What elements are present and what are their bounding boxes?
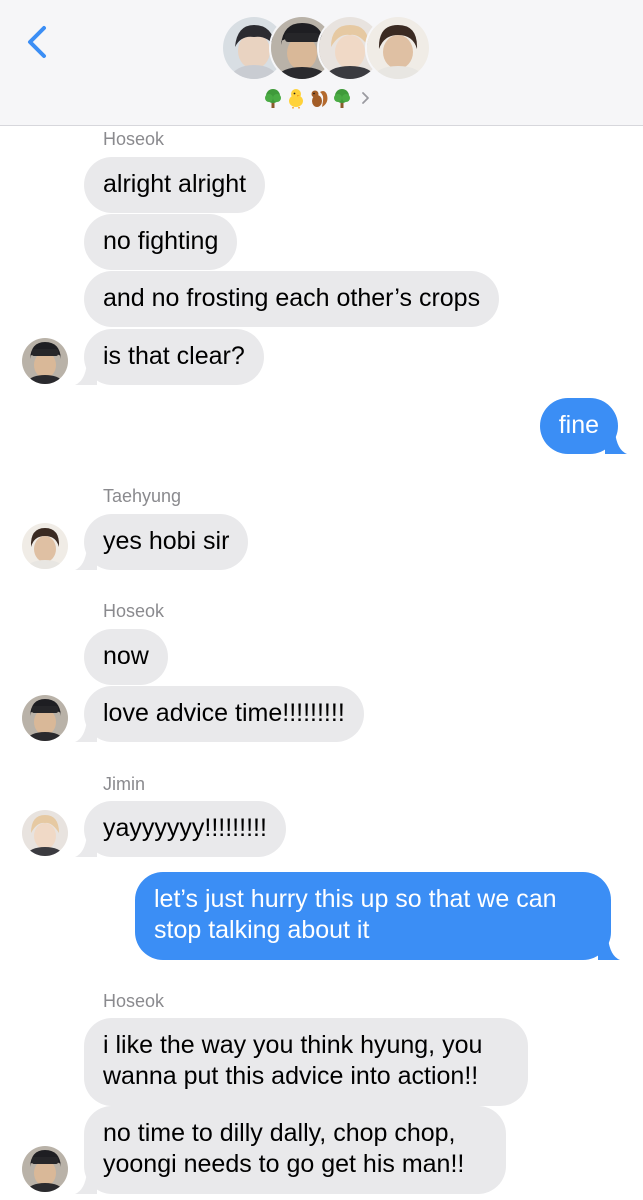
message-text: i like the way you think hyung, you wann… (103, 1031, 483, 1090)
sender-label: Hoseok (103, 601, 165, 621)
back-button[interactable] (20, 22, 54, 62)
message-text: let’s just hurry this up so that we can … (154, 885, 557, 944)
message-text: love advice time!!!!!!!!! (103, 699, 345, 727)
sender-label: Hoseok (103, 129, 165, 149)
conversation-header (0, 0, 643, 126)
sender-avatar[interactable] (22, 338, 68, 384)
group-avatar (365, 15, 431, 81)
message-bubble-outgoing[interactable]: let’s just hurry this up so that we can … (135, 872, 620, 960)
message-bubble[interactable]: i like the way you think hyung, you wann… (84, 1018, 528, 1106)
tree-icon (334, 89, 350, 108)
group-name-emoji[interactable] (262, 84, 373, 112)
message-bubble[interactable]: yes hobi sir (75, 514, 249, 570)
message-text: and no frosting each other’s crops (103, 284, 481, 312)
message-bubble[interactable]: love advice time!!!!!!!!! (75, 686, 364, 742)
sender-label: Jimin (103, 774, 146, 794)
message-text: alright alright (103, 170, 247, 198)
message-bubble[interactable]: now (84, 629, 168, 685)
message-bubble-outgoing[interactable]: fine (539, 398, 627, 454)
chick-icon (289, 89, 303, 109)
chevron-left-icon (28, 26, 46, 58)
message-bubble[interactable]: alright alright (84, 157, 266, 213)
message-bubble[interactable]: no fighting (84, 214, 238, 270)
sender-label: Taehyung (103, 486, 182, 506)
message-text: no fighting (103, 227, 219, 255)
sender-avatar[interactable] (22, 810, 68, 856)
message-text: yes hobi sir (103, 527, 230, 555)
message-text: now (103, 642, 149, 670)
sender-avatar[interactable] (22, 695, 68, 741)
tree-icon (265, 89, 281, 108)
chevron-right-icon (362, 92, 369, 104)
message-text: is that clear? (103, 342, 245, 370)
message-text: no time to dilly dally, chop chop, yoong… (103, 1119, 465, 1178)
squirrel-icon (311, 90, 328, 107)
message-bubble[interactable]: yayyyyyy!!!!!!!!! (75, 801, 286, 857)
message-bubble[interactable]: and no frosting each other’s crops (84, 271, 500, 327)
sender-label: Hoseok (103, 991, 165, 1011)
message-text: fine (558, 411, 599, 439)
message-bubble[interactable]: is that clear? (75, 329, 264, 385)
message-bubble[interactable]: no time to dilly dally, chop chop, yoong… (75, 1106, 506, 1194)
sender-avatar[interactable] (22, 1146, 68, 1192)
group-avatars[interactable] (221, 15, 431, 81)
sender-avatar[interactable] (22, 523, 68, 569)
message-text: yayyyyyy!!!!!!!!! (103, 814, 267, 842)
